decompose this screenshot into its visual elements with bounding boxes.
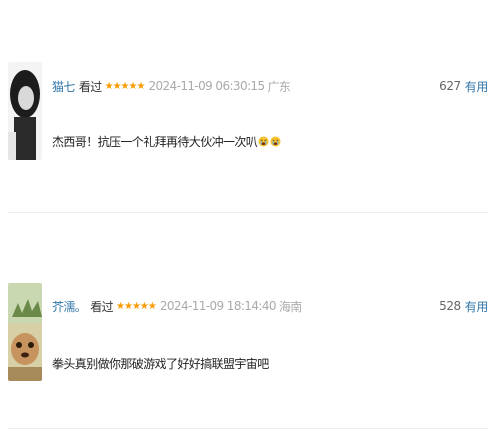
comment-text: 杰西哥！抗压一个礼拜再待大伙冲一次叭 <box>52 134 258 149</box>
vote-count: 528 <box>439 299 461 313</box>
watched-label: 看过 <box>90 299 114 314</box>
watched-label: 看过 <box>78 79 102 94</box>
vote-count: 627 <box>439 79 461 93</box>
rating-stars: ★★★★★ <box>116 300 157 312</box>
comment-meta: 芥濡。 看过 ★★★★★ 2024-11-09 18:14:40 海南 <box>52 296 302 316</box>
comment-text: 拳头真别做你那破游戏了好好搞联盟宇宙吧 <box>52 356 269 371</box>
crying-face-emoji-icon <box>258 135 269 147</box>
comment-location: 海南 <box>278 299 302 314</box>
useful-vote-button[interactable]: 有用 <box>465 298 489 315</box>
comment-content-row: 拳头真别做你那破游戏了好好搞联盟宇宙吧 <box>52 353 269 373</box>
username-link[interactable]: 猫七 <box>52 78 75 95</box>
comment-time: 2024-11-09 06:30:15 <box>148 79 265 93</box>
vote-area: 528 有用 <box>439 296 488 316</box>
comment-divider <box>8 428 488 429</box>
comment-meta: 猫七 看过 ★★★★★ 2024-11-09 06:30:15 广东 <box>52 76 291 96</box>
comment-divider <box>8 212 488 213</box>
comment-location: 广东 <box>267 79 291 94</box>
rating-stars: ★★★★★ <box>104 80 146 92</box>
avatar[interactable] <box>8 62 42 160</box>
username-link[interactable]: 芥濡。 <box>52 298 87 315</box>
useful-vote-button[interactable]: 有用 <box>465 78 489 95</box>
comment-time: 2024-11-09 18:14:40 <box>159 299 277 313</box>
avatar[interactable] <box>8 283 42 381</box>
vote-area: 627 有用 <box>439 76 488 96</box>
comment-content-row: 杰西哥！抗压一个礼拜再待大伙冲一次叭 <box>52 131 281 151</box>
crying-face-emoji-icon <box>270 135 281 147</box>
